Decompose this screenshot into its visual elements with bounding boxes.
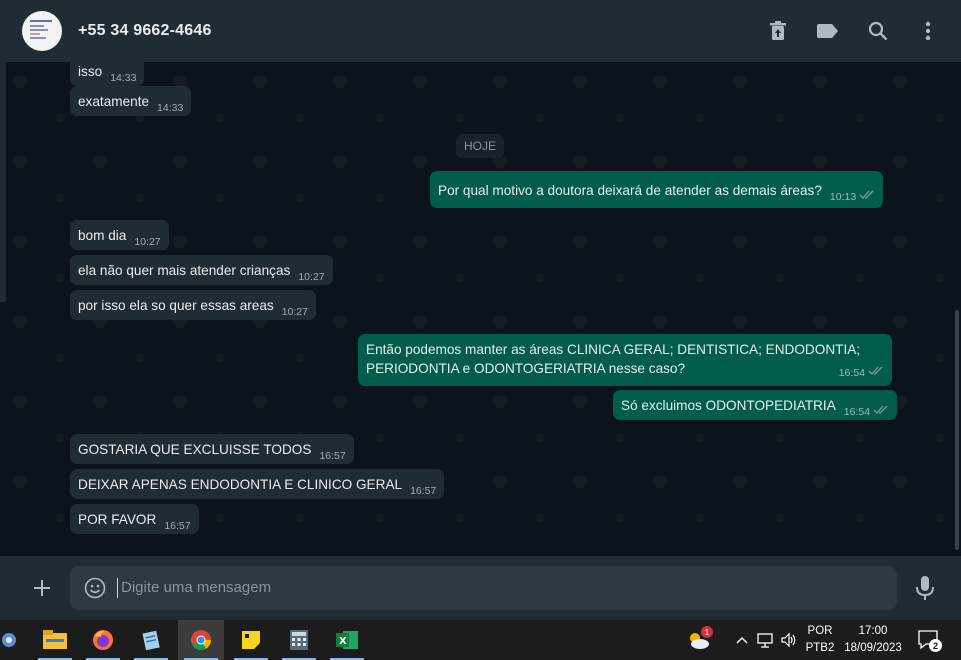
message-outgoing[interactable]: Então podemos manter as áreas CLINICA GE… — [358, 334, 892, 386]
scrollbar[interactable] — [955, 310, 959, 550]
read-ticks-icon — [859, 186, 875, 205]
message-time: 10:27 — [298, 271, 325, 283]
language-code: POR — [807, 625, 833, 637]
read-ticks-icon — [873, 401, 889, 420]
svg-text:X: X — [339, 636, 347, 647]
excel-icon[interactable]: X — [324, 620, 370, 660]
calculator-icon[interactable] — [276, 620, 322, 660]
message-outgoing[interactable]: Só excluimos ODONTOPEDIATRIA 16:54 — [613, 390, 898, 420]
message-text: DEIXAR APENAS ENDODONTIA E CLINICO GERAL — [78, 477, 403, 492]
label-icon[interactable] — [815, 18, 841, 44]
message-text: isso — [78, 64, 103, 79]
message-time: 16:54 — [838, 367, 865, 379]
chrome-icon[interactable] — [178, 620, 224, 660]
message-time: 10:13 — [829, 191, 857, 203]
date-divider: HOJE — [456, 134, 504, 158]
windows-taskbar: X 1 POR PTB2 17:00 18/09/2023 2 — [0, 620, 961, 660]
weather-icon[interactable]: 1 — [683, 620, 715, 660]
message-incoming[interactable]: por isso ela so quer essas areas 10:27 — [70, 290, 316, 320]
microphone-icon[interactable] — [912, 574, 938, 602]
message-incoming[interactable]: DEIXAR APENAS ENDODONTIA E CLINICO GERAL… — [70, 469, 445, 499]
menu-icon[interactable] — [915, 18, 941, 44]
notification-badge: 1 — [701, 626, 713, 638]
message-time: 14:33 — [110, 72, 137, 84]
message-text: bom dia — [78, 228, 127, 243]
clock-time: 17:00 — [858, 625, 888, 637]
message-incoming[interactable]: isso 14:33 — [70, 62, 145, 86]
volume-icon[interactable] — [778, 620, 800, 660]
message-text: exatamente — [78, 94, 150, 109]
message-text: Então podemos manter as áreas CLINICA GE… — [366, 342, 861, 376]
read-ticks-icon — [868, 362, 884, 381]
firefox-icon[interactable] — [80, 620, 126, 660]
message-incoming[interactable]: ela não quer mais atender crianças 10:27 — [70, 255, 333, 285]
language-indicator[interactable]: POR PTB2 — [802, 620, 838, 660]
chat-header: +55 34 9662-4646 — [0, 0, 961, 62]
message-input[interactable]: Digite uma mensagem — [70, 566, 897, 610]
message-time: 10:27 — [281, 306, 308, 318]
attach-icon[interactable] — [28, 574, 56, 602]
notification-count: 2 — [929, 639, 942, 652]
notifications-icon[interactable]: 2 — [914, 620, 944, 660]
network-icon[interactable] — [755, 620, 777, 660]
emoji-icon[interactable] — [84, 577, 106, 599]
chevron-up-icon[interactable] — [732, 620, 752, 660]
file-explorer-icon[interactable] — [32, 620, 78, 660]
text-caret — [117, 578, 118, 598]
message-text: GOSTARIA QUE EXCLUISSE TODOS — [78, 442, 312, 457]
avatar[interactable] — [22, 11, 62, 51]
message-incoming[interactable]: GOSTARIA QUE EXCLUISSE TODOS 16:57 — [70, 434, 354, 464]
message-time: 16:57 — [164, 520, 191, 532]
message-time: 10:27 — [134, 236, 161, 248]
notepad-icon[interactable] — [128, 620, 174, 660]
message-text: Por qual motivo a doutora deixará de ate… — [438, 183, 822, 198]
message-outgoing[interactable]: Por qual motivo a doutora deixará de ate… — [430, 171, 884, 208]
message-text: Só excluimos ODONTOPEDIATRIA — [621, 398, 836, 413]
message-text: ela não quer mais atender crianças — [78, 263, 291, 278]
message-time: 16:54 — [843, 406, 871, 418]
clock[interactable]: 17:00 18/09/2023 — [842, 620, 904, 660]
message-incoming[interactable]: bom dia 10:27 — [70, 220, 169, 250]
keyboard-layout: PTB2 — [805, 642, 835, 654]
clock-date: 18/09/2023 — [844, 642, 902, 654]
composer: Digite uma mensagem — [0, 556, 961, 620]
sticky-notes-icon[interactable] — [228, 620, 274, 660]
side-panel-edge — [0, 62, 6, 302]
message-time: 14:33 — [157, 102, 184, 114]
delete-icon[interactable] — [765, 18, 791, 44]
message-incoming[interactable]: exatamente 14:33 — [70, 86, 192, 116]
message-list[interactable]: isso 14:33 exatamente 14:33 HOJE Por qual … — [0, 62, 961, 556]
start-icon[interactable] — [0, 620, 32, 660]
message-incoming[interactable]: POR FAVOR 16:57 — [70, 504, 199, 534]
message-text: POR FAVOR — [78, 512, 157, 527]
search-icon[interactable] — [865, 18, 891, 44]
message-placeholder: Digite uma mensagem — [121, 579, 272, 596]
message-time: 16:57 — [319, 450, 346, 462]
message-time: 16:57 — [410, 485, 437, 497]
whatsapp-window: +55 34 9662-4646 isso 14:33 exatamente 14:… — [0, 0, 961, 620]
contact-name[interactable]: +55 34 9662-4646 — [78, 22, 212, 40]
message-text: por isso ela so quer essas areas — [78, 298, 274, 313]
